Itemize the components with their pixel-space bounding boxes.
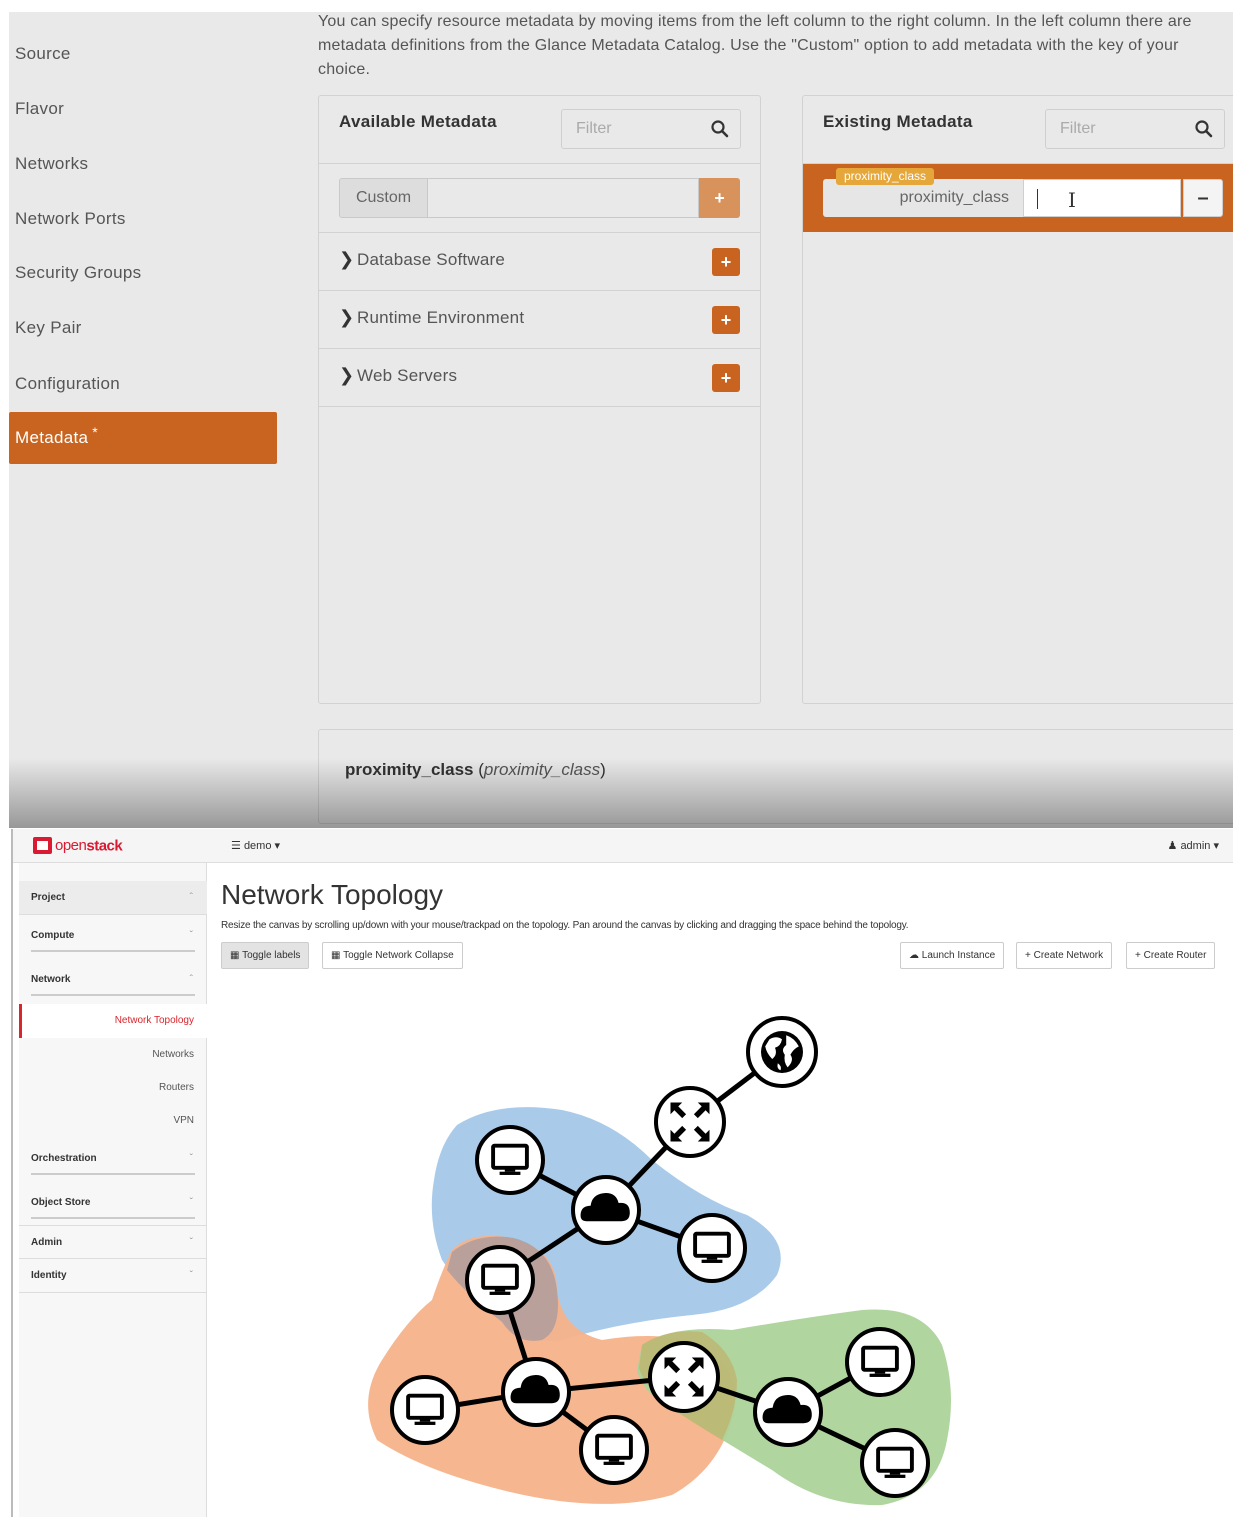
existing-metadata-title: Existing Metadata: [823, 112, 973, 131]
wizard-nav-source[interactable]: Source: [9, 28, 277, 80]
minus-icon: –: [1197, 187, 1209, 209]
available-filter-placeholder: Filter: [576, 120, 612, 137]
text-cursor-icon: I: [1068, 188, 1076, 212]
custom-key-input[interactable]: [427, 178, 699, 218]
category-database-software[interactable]: ❯ Database Software +: [319, 233, 760, 291]
network-topology-page: openstack ☰ demo ▾ ♟ admin ▾ Project ˆ Co…: [11, 829, 1233, 1517]
plus-icon: +: [714, 188, 725, 208]
wizard-nav-flavor[interactable]: Flavor: [9, 83, 277, 135]
existing-metadata-header: Existing Metadata Filter: [803, 96, 1233, 164]
search-icon[interactable]: [710, 119, 730, 139]
node-network-green[interactable]: [753, 1377, 823, 1447]
metadata-description: proximity_class (proximity_class): [345, 760, 606, 779]
wizard-nav-network-ports[interactable]: Network Ports: [9, 193, 277, 245]
node-instance-4[interactable]: [390, 1375, 460, 1445]
node-router-1[interactable]: [654, 1086, 726, 1158]
wizard-nav-configuration[interactable]: Configuration: [9, 358, 277, 410]
available-metadata-header: Available Metadata Filter: [319, 96, 760, 164]
required-marker: *: [92, 424, 99, 440]
wizard-nav-metadata-label: Metadata: [15, 428, 89, 447]
metadata-description-box: proximity_class (proximity_class): [318, 729, 1233, 824]
add-category-button[interactable]: +: [712, 306, 740, 334]
existing-item-tag: proximity_class: [836, 168, 935, 185]
metadata-intro-text: You can specify resource metadata by mov…: [318, 13, 1192, 78]
add-category-button[interactable]: +: [712, 248, 740, 276]
category-label: Database Software: [357, 250, 505, 269]
existing-filter-input[interactable]: Filter: [1045, 109, 1225, 149]
node-instance-6[interactable]: [845, 1327, 915, 1397]
topology-canvas[interactable]: [13, 829, 1233, 1517]
existing-item-value-input[interactable]: I: [1023, 179, 1181, 217]
custom-label: Custom: [339, 178, 428, 218]
node-instance-7[interactable]: [860, 1428, 930, 1498]
wizard-nav-key-pair[interactable]: Key Pair: [9, 302, 277, 354]
node-instance-2[interactable]: [677, 1213, 747, 1283]
category-web-servers[interactable]: ❯ Web Servers +: [319, 349, 760, 407]
custom-add-button[interactable]: +: [699, 178, 740, 218]
category-label: Web Servers: [357, 366, 458, 385]
category-label: Runtime Environment: [357, 308, 525, 327]
node-instance-3[interactable]: [465, 1245, 535, 1315]
node-instance-1[interactable]: [475, 1125, 545, 1195]
node-network-orange[interactable]: [501, 1357, 571, 1427]
available-metadata-title: Available Metadata: [339, 112, 497, 131]
add-category-button[interactable]: +: [712, 364, 740, 392]
wizard-nav-security-groups[interactable]: Security Groups: [9, 247, 277, 299]
existing-metadata-panel: Existing Metadata Filter proximity_class…: [802, 95, 1233, 704]
existing-metadata-item: proximity_class I – proximity_class: [803, 164, 1233, 232]
existing-filter-placeholder: Filter: [1060, 120, 1096, 137]
custom-metadata-row: Custom +: [319, 164, 760, 233]
node-external-network[interactable]: [746, 1016, 818, 1088]
category-runtime-environment[interactable]: ❯ Runtime Environment +: [319, 291, 760, 349]
description-name: proximity_class: [345, 760, 474, 779]
node-instance-5[interactable]: [579, 1415, 649, 1485]
available-metadata-panel: Available Metadata Filter Custom + ❯ Dat…: [318, 95, 761, 704]
search-icon[interactable]: [1194, 119, 1214, 139]
available-filter-input[interactable]: Filter: [561, 109, 741, 149]
description-key: proximity_class: [483, 760, 601, 779]
wizard-nav-networks[interactable]: Networks: [9, 138, 277, 190]
chevron-right-icon: ❯: [339, 307, 355, 327]
remove-item-button[interactable]: –: [1183, 179, 1223, 217]
node-router-2[interactable]: [648, 1341, 720, 1413]
text-caret: [1037, 189, 1038, 209]
chevron-right-icon: ❯: [339, 249, 355, 269]
chevron-right-icon: ❯: [339, 365, 355, 385]
node-network-blue[interactable]: [571, 1175, 641, 1245]
wizard-nav-metadata[interactable]: Metadata *: [9, 412, 277, 464]
globe-icon: [761, 1031, 803, 1073]
metadata-wizard-panel: Source Flavor Networks Network Ports Sec…: [9, 12, 1233, 828]
